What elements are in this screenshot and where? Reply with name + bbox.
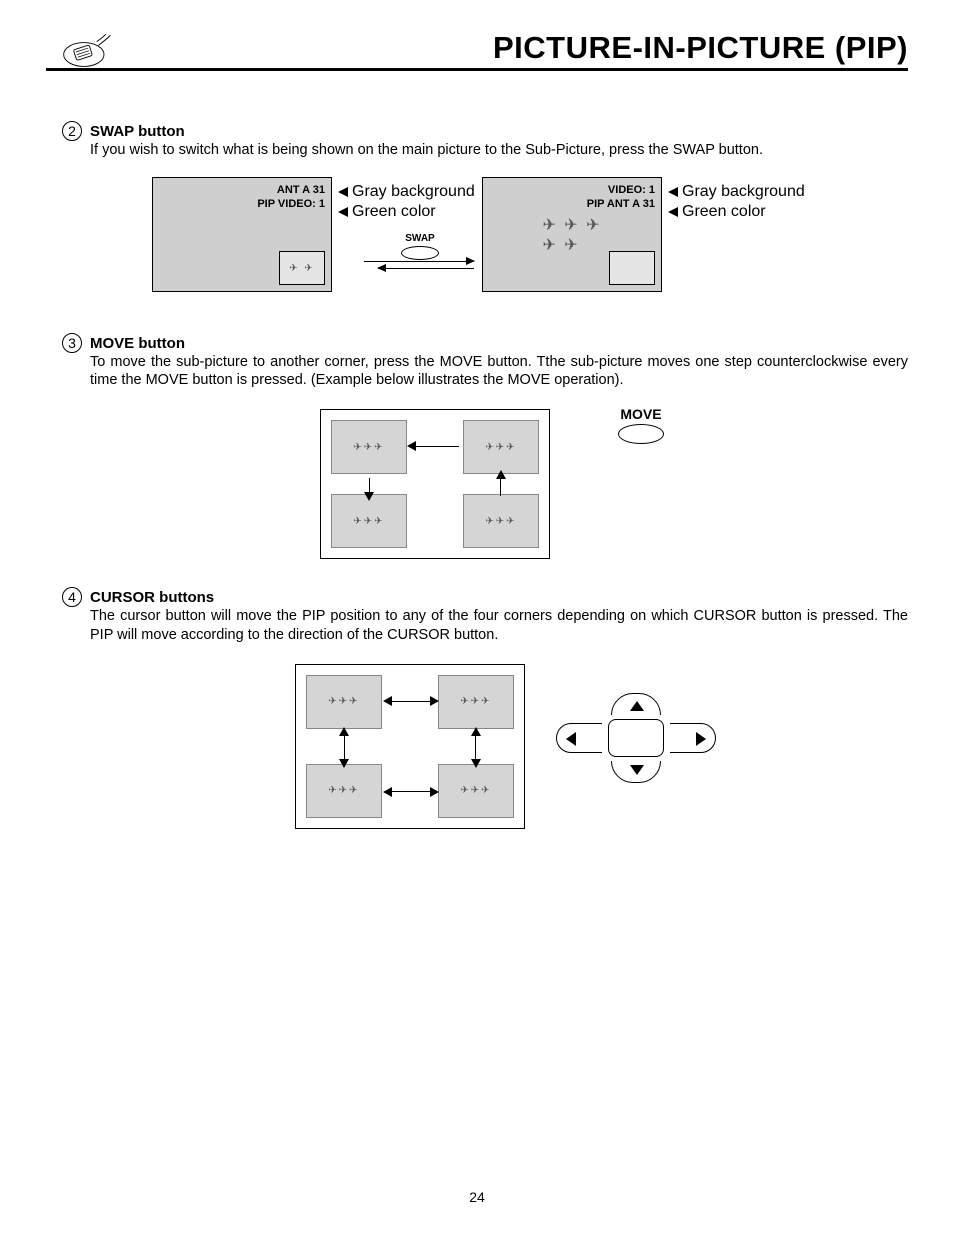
cursor-figure: ✈✈✈ ✈✈✈ ✈✈✈ ✈✈✈	[295, 664, 525, 829]
step-number-4: 4	[62, 587, 82, 607]
section-title-cursor: CURSOR buttons	[90, 589, 214, 606]
swap-tv-after: ✈ ✈ ✈✈ ✈ VIDEO: 1 PIP ANT A 31	[482, 177, 662, 292]
swap-after-line2: PIP ANT A 31	[587, 198, 655, 212]
move-button-illustration: MOVE	[611, 406, 671, 444]
move-thumb-bl: ✈✈✈	[331, 494, 407, 548]
swap-before-pip: ✈ ✈	[279, 251, 325, 285]
section-move: 3 MOVE button To move the sub-picture to…	[62, 335, 908, 559]
move-button-label: MOVE	[611, 406, 671, 422]
section-title-swap: SWAP button	[90, 123, 185, 140]
page-title: PICTURE-IN-PICTURE (PIP)	[46, 30, 908, 66]
move-thumb-tl: ✈✈✈	[331, 420, 407, 474]
remote-logo-icon	[60, 28, 115, 70]
swap-arrows	[364, 255, 474, 275]
section-cursor: 4 CURSOR buttons The cursor button will …	[62, 589, 908, 828]
section-body-swap: If you wish to switch what is being show…	[90, 141, 908, 159]
cursor-dpad-illustration	[556, 693, 716, 783]
title-bar: PICTURE-IN-PICTURE (PIP)	[46, 30, 908, 71]
swap-figure: ANT A 31 PIP VIDEO: 1 ✈ ✈ ✈ ✈ ✈✈ ✈ VIDEO…	[152, 177, 852, 307]
swap-after-line1: VIDEO: 1	[587, 184, 655, 198]
cursor-right-icon	[696, 732, 706, 746]
swap-button-label: SWAP	[390, 233, 450, 244]
section-title-move: MOVE button	[90, 335, 185, 352]
note-green-left: Green color	[338, 203, 436, 221]
note-green-right: Green color	[668, 203, 766, 221]
cursor-thumb-tl: ✈✈✈	[306, 675, 382, 729]
page-number: 24	[0, 1189, 954, 1205]
step-number-2: 2	[62, 121, 82, 141]
section-swap: 2 SWAP button If you wish to switch what…	[62, 123, 908, 307]
cursor-left-icon	[566, 732, 576, 746]
step-number-3: 3	[62, 333, 82, 353]
move-thumb-tr: ✈✈✈	[463, 420, 539, 474]
cursor-thumb-tr: ✈✈✈	[438, 675, 514, 729]
section-body-move: To move the sub-picture to another corne…	[90, 353, 908, 389]
swap-before-line2: PIP VIDEO: 1	[257, 198, 325, 212]
cursor-down-icon	[630, 765, 644, 775]
swap-before-line1: ANT A 31	[257, 184, 325, 198]
swap-after-pip	[609, 251, 655, 285]
move-thumb-br: ✈✈✈	[463, 494, 539, 548]
note-gray-left: Gray background	[338, 183, 475, 201]
swap-tv-before: ANT A 31 PIP VIDEO: 1 ✈ ✈	[152, 177, 332, 292]
cursor-thumb-br: ✈✈✈	[438, 764, 514, 818]
cursor-up-icon	[630, 701, 644, 711]
section-body-cursor: The cursor button will move the PIP posi…	[90, 607, 908, 643]
move-figure: ✈✈✈ ✈✈✈ ✈✈✈ ✈✈✈ MOVE	[320, 409, 550, 559]
cursor-thumb-bl: ✈✈✈	[306, 764, 382, 818]
move-button-icon	[618, 424, 664, 444]
note-gray-right: Gray background	[668, 183, 805, 201]
